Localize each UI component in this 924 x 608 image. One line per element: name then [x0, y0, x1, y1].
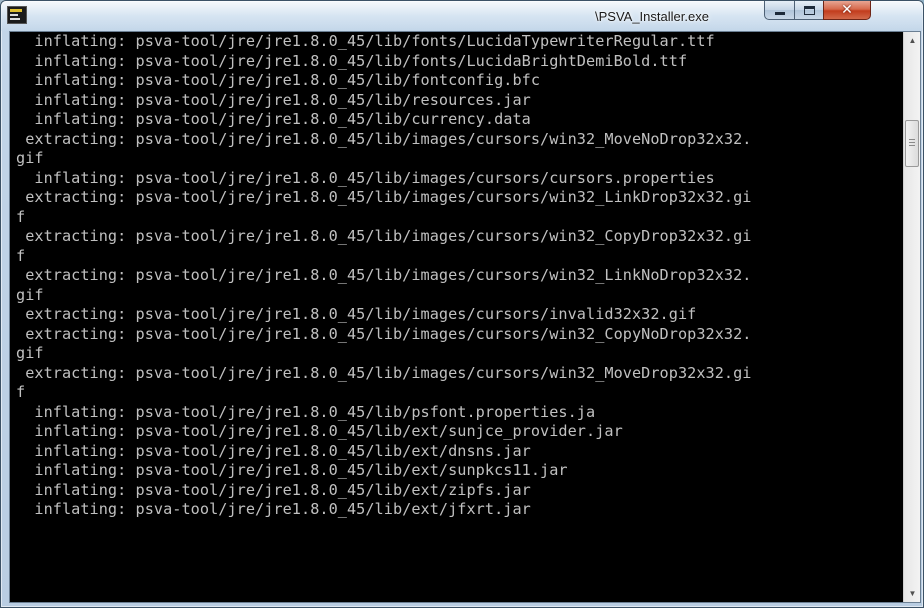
console-line: extracting: psva-tool/jre/jre1.8.0_45/li…	[16, 305, 697, 323]
console-line: inflating: psva-tool/jre/jre1.8.0_45/lib…	[16, 168, 715, 187]
console-line: extracting: psva-tool/jre/jre1.8.0_45/li…	[16, 324, 752, 343]
console-line: inflating: psva-tool/jre/jre1.8.0_45/lib…	[16, 402, 596, 421]
scrollbar-thumb[interactable]	[905, 120, 919, 167]
maximize-button[interactable]	[794, 1, 824, 20]
console-line: extracting: psva-tool/jre/jre1.8.0_45/li…	[16, 266, 752, 284]
console-line: inflating: psva-tool/jre/jre1.8.0_45/lib…	[16, 500, 531, 518]
caption-buttons: ✕	[764, 1, 916, 21]
minimize-icon	[774, 11, 785, 15]
console-text: inflating: psva-tool/jre/jre1.8.0_45/lib…	[10, 32, 900, 602]
console-line: inflating: psva-tool/jre/jre1.8.0_45/lib…	[16, 110, 531, 128]
console-line: extracting: psva-tool/jre/jre1.8.0_45/li…	[16, 129, 752, 148]
close-button[interactable]: ✕	[823, 1, 871, 20]
console-app-icon[interactable]	[7, 6, 27, 24]
console-line: inflating: psva-tool/jre/jre1.8.0_45/lib…	[16, 71, 541, 89]
console-line: inflating: psva-tool/jre/jre1.8.0_45/lib…	[16, 480, 531, 499]
console-line: extracting: psva-tool/jre/jre1.8.0_45/li…	[16, 188, 752, 206]
console-line: gif	[16, 285, 44, 304]
console-line: inflating: psva-tool/jre/jre1.8.0_45/lib…	[16, 51, 688, 70]
vertical-scrollbar[interactable]: ▲ ▼	[903, 32, 920, 602]
console-line: gif	[16, 149, 44, 167]
console-line: inflating: psva-tool/jre/jre1.8.0_45/lib…	[16, 461, 568, 479]
console-line: extracting: psva-tool/jre/jre1.8.0_45/li…	[16, 227, 752, 245]
title-bar[interactable]: \PSVA_Installer.exe ✕	[1, 1, 923, 31]
console-line: extracting: psva-tool/jre/jre1.8.0_45/li…	[16, 363, 752, 382]
console-line: inflating: psva-tool/jre/jre1.8.0_45/lib…	[16, 441, 531, 460]
console-line: inflating: psva-tool/jre/jre1.8.0_45/lib…	[16, 32, 715, 50]
console-line: f	[16, 383, 26, 401]
console-line: inflating: psva-tool/jre/jre1.8.0_45/lib…	[16, 422, 623, 440]
console-line: f	[16, 207, 26, 226]
console-window: \PSVA_Installer.exe ✕ inflating: psva-to…	[0, 0, 924, 608]
console-line: inflating: psva-tool/jre/jre1.8.0_45/lib…	[16, 90, 531, 109]
window-title: \PSVA_Installer.exe	[595, 9, 709, 24]
close-icon: ✕	[841, 2, 853, 18]
scroll-up-arrow-icon[interactable]: ▲	[904, 32, 920, 49]
console-output-area[interactable]: inflating: psva-tool/jre/jre1.8.0_45/lib…	[9, 31, 921, 603]
scroll-down-arrow-icon[interactable]: ▼	[904, 585, 920, 602]
console-line: gif	[16, 344, 44, 362]
console-line: f	[16, 246, 26, 265]
minimize-button[interactable]	[764, 1, 795, 20]
maximize-icon	[803, 5, 815, 15]
